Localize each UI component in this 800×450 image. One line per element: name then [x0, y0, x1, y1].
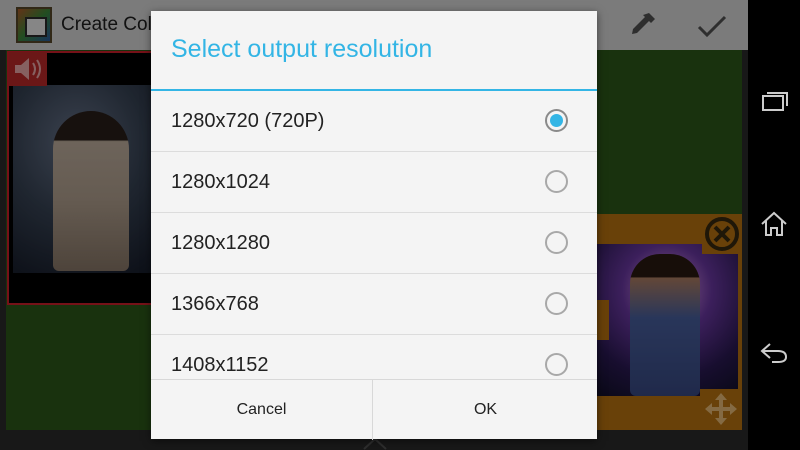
radio-button-checked[interactable] — [545, 109, 568, 132]
home-icon[interactable] — [758, 208, 790, 240]
cancel-button[interactable]: Cancel — [151, 380, 373, 440]
resolution-option-label: 1280x1024 — [171, 171, 270, 193]
resolution-option-list[interactable]: 1280x720 (720P) 1280x1024 1280x1280 1366… — [151, 91, 597, 379]
system-nav-bar — [748, 0, 800, 450]
dialog-title: Select output resolution — [171, 35, 433, 63]
radio-button[interactable] — [545, 353, 568, 376]
recent-apps-icon[interactable] — [758, 86, 790, 118]
resolution-option[interactable]: 1280x720 (720P) — [151, 91, 597, 152]
resolution-option[interactable]: 1408x1152 — [151, 335, 597, 379]
resolution-option-label: 1280x1280 — [171, 232, 270, 254]
resolution-option-label: 1408x1152 — [171, 354, 269, 376]
ok-button[interactable]: OK — [374, 380, 597, 440]
resolution-dialog: Select output resolution 1280x720 (720P)… — [151, 11, 597, 440]
back-icon[interactable] — [758, 336, 790, 368]
resolution-option-label: 1366x768 — [171, 293, 259, 315]
resolution-option[interactable]: 1280x1280 — [151, 213, 597, 274]
resolution-option-label: 1280x720 (720P) — [171, 110, 325, 132]
resolution-option[interactable]: 1280x1024 — [151, 152, 597, 213]
resolution-option[interactable]: 1366x768 — [151, 274, 597, 335]
dialog-button-bar: Cancel OK — [151, 379, 597, 440]
radio-button[interactable] — [545, 170, 568, 193]
radio-button[interactable] — [545, 231, 568, 254]
android-screen: Create Col Select output resolution 1280… — [0, 0, 800, 450]
radio-button[interactable] — [545, 292, 568, 315]
